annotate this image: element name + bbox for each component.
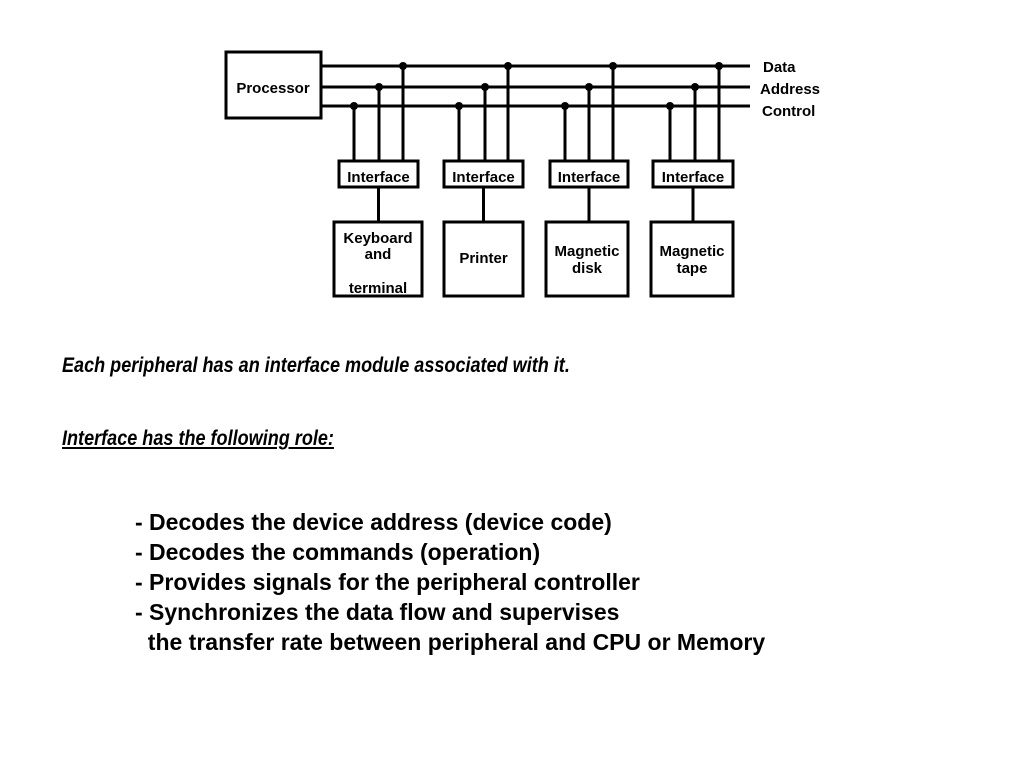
junction-dot (715, 62, 723, 70)
junction-dot (375, 83, 383, 91)
junction-dot (504, 62, 512, 70)
role-item: - Synchronizes the data flow and supervi… (135, 599, 620, 625)
bus-label-address: Address (760, 81, 820, 98)
junction-dot (350, 102, 358, 110)
role-item: - Provides signals for the peripheral co… (135, 569, 640, 595)
processor-label: Processor (236, 80, 310, 97)
junction-dot (585, 83, 593, 91)
junction-dot (666, 102, 674, 110)
interface-label: Interface (558, 169, 621, 186)
bus-label-control: Control (762, 103, 815, 120)
interface-label: Interface (662, 169, 725, 186)
role-list: - Decodes the device address (device cod… (135, 507, 765, 657)
junction-dot (691, 83, 699, 91)
device-label: tape (677, 260, 708, 277)
junction-dot (455, 102, 463, 110)
device-label: Printer (459, 250, 508, 267)
junction-dot (399, 62, 407, 70)
device-label: terminal (349, 280, 407, 297)
device-label: Magnetic (554, 243, 619, 260)
role-heading: Interface has the following role: (62, 427, 334, 450)
role-item: the transfer rate between peripheral and… (135, 629, 766, 655)
bus-label-data: Data (763, 59, 796, 76)
device-label: Keyboard (343, 230, 412, 247)
role-item: - Decodes the commands (operation) (135, 539, 541, 565)
device-label: Magnetic (659, 243, 724, 260)
junction-dot (561, 102, 569, 110)
device-label: disk (572, 260, 603, 277)
device-label: and (365, 246, 392, 263)
junction-dot (481, 83, 489, 91)
interface-label: Interface (347, 169, 410, 186)
junction-dot (609, 62, 617, 70)
interface-label: Interface (452, 169, 515, 186)
statement-text: Each peripheral has an interface module … (62, 354, 570, 377)
role-item: - Decodes the device address (device cod… (135, 509, 612, 535)
bus-diagram: Processor Data Address Control Interface… (224, 50, 820, 298)
